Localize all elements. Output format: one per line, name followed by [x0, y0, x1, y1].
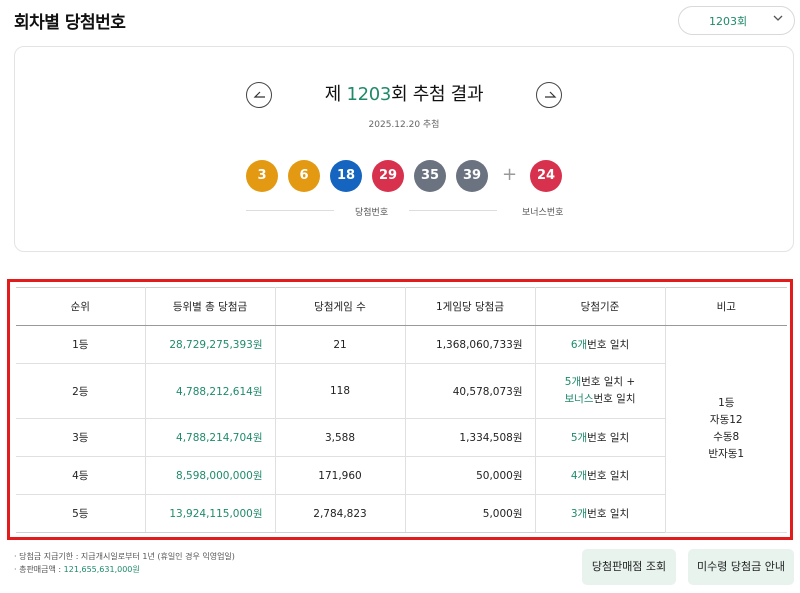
- per-game-prize-cell: 1,334,508원: [405, 418, 536, 457]
- prize-table: 순위 등위별 총 당첨금 당첨게임 수 1게임당 당첨금 당첨기준 비고 1등 …: [16, 287, 787, 533]
- column-header: 등위별 총 당첨금: [145, 287, 276, 326]
- draw-title: 제 1203회 추첨 결과: [15, 80, 793, 106]
- winning-games-cell: 171,960: [275, 456, 406, 495]
- rank-cell: 2등: [16, 363, 146, 419]
- winning-number-ball: 29: [372, 160, 404, 192]
- total-prize-cell: 4,788,214,704원: [145, 418, 276, 457]
- winning-games-cell: 3,588: [275, 418, 406, 457]
- payment-deadline-note: · 당첨금 지급기한 : 지급개시일로부터 1년 (휴일인 경우 익영업일): [14, 552, 235, 561]
- rank-cell: 5등: [16, 494, 146, 533]
- criteria-cell: 6개번호 일치: [535, 325, 666, 364]
- criteria-cell: 3개번호 일치: [535, 494, 666, 533]
- total-prize-cell: 4,788,212,614원: [145, 363, 276, 419]
- footnotes: · 당첨금 지급기한 : 지급개시일로부터 1년 (휴일인 경우 익영업일) ·…: [14, 550, 235, 576]
- note-line: 반자동1: [708, 448, 745, 460]
- total-prize-cell: 13,924,115,000원: [145, 494, 276, 533]
- note-cell: 1등 자동12 수동8 반자동1: [665, 325, 787, 533]
- total-prize-cell: 28,729,275,393원: [145, 325, 276, 364]
- winning-games-cell: 2,784,823: [275, 494, 406, 533]
- criteria-text: 번호 일치: [587, 339, 630, 351]
- table-header-row: 순위 등위별 총 당첨금 당첨게임 수 1게임당 당첨금 당첨기준 비고: [16, 287, 787, 326]
- draw-title-prefix: 제: [324, 84, 347, 105]
- criteria-text: 번호 일치: [593, 393, 636, 405]
- criteria-bonus: 보너스: [564, 393, 594, 405]
- criteria-cell: 5개번호 일치: [535, 418, 666, 457]
- draw-date: 2025.12.20 추첨: [368, 120, 440, 130]
- criteria-count: 5개: [570, 432, 588, 444]
- winning-store-search-button[interactable]: 당첨판매점 조회: [582, 549, 676, 585]
- bonus-number-ball: 24: [530, 160, 562, 192]
- criteria-text: 번호 일치: [587, 432, 630, 444]
- criteria-count: 6개: [570, 339, 588, 351]
- criteria-text: 번호 일치 +: [581, 376, 636, 388]
- page-title: 회차별 당첨번호: [14, 13, 126, 33]
- winning-number-ball: 18: [330, 160, 362, 192]
- draw-round-number: 1203: [346, 84, 392, 105]
- winning-numbers-label: 당첨번호: [355, 208, 389, 218]
- per-game-prize-cell: 50,000원: [405, 456, 536, 495]
- table-row: 1등 28,729,275,393원 21 1,368,060,733원 6개번…: [16, 325, 787, 533]
- winning-number-ball: 3: [246, 160, 278, 192]
- total-sales-label: · 총판매금액 :: [14, 565, 64, 574]
- note-line: 수동8: [713, 431, 740, 443]
- arrow-right-icon: [545, 91, 557, 98]
- rank-cell: 4등: [16, 456, 146, 495]
- criteria-cell: 4개번호 일치: [535, 456, 666, 495]
- divider: [246, 210, 334, 211]
- draw-title-suffix: 회 추첨 결과: [391, 84, 484, 105]
- criteria-count: 3개: [570, 508, 588, 520]
- round-select[interactable]: 1203회: [678, 6, 795, 35]
- winning-number-ball: 6: [288, 160, 320, 192]
- bonus-number-label: 보너스번호: [522, 208, 564, 218]
- total-prize-cell: 8,598,000,000원: [145, 456, 276, 495]
- winning-games-cell: 118: [275, 363, 406, 419]
- rank-cell: 1등: [16, 325, 146, 364]
- plus-sign: +: [502, 164, 518, 185]
- note-line: 1등: [718, 397, 735, 409]
- criteria-count: 4개: [570, 470, 588, 482]
- divider: [409, 210, 497, 211]
- winning-games-cell: 21: [275, 325, 406, 364]
- criteria-text: 번호 일치: [587, 470, 630, 482]
- rank-cell: 3등: [16, 418, 146, 457]
- round-select-value: 1203회: [709, 15, 748, 28]
- winning-number-ball: 35: [414, 160, 446, 192]
- total-sales-value: 121,655,631,000원: [63, 565, 140, 574]
- criteria-count: 5개: [564, 376, 582, 388]
- criteria-text: 번호 일치: [587, 508, 630, 520]
- draw-result-card: 제 1203회 추첨 결과 2025.12.20 추첨 3 6 18 29 35…: [14, 46, 794, 252]
- criteria-cell: 5개번호 일치 + 보너스번호 일치: [535, 363, 666, 419]
- per-game-prize-cell: 5,000원: [405, 494, 536, 533]
- column-header: 비고: [665, 287, 787, 326]
- total-sales-note: · 총판매금액 : 121,655,631,000원: [14, 563, 235, 576]
- column-header: 당첨게임 수: [275, 287, 406, 326]
- per-game-prize-cell: 1,368,060,733원: [405, 325, 536, 364]
- prize-table-highlight: 순위 등위별 총 당첨금 당첨게임 수 1게임당 당첨금 당첨기준 비고 1등 …: [7, 279, 793, 540]
- chevron-down-icon: [773, 15, 783, 21]
- note-line: 자동12: [709, 414, 743, 426]
- unclaimed-prize-info-button[interactable]: 미수령 당첨금 안내: [688, 549, 794, 585]
- column-header: 순위: [16, 287, 146, 326]
- winning-number-ball: 39: [456, 160, 488, 192]
- column-header: 1게임당 당첨금: [405, 287, 536, 326]
- next-round-button[interactable]: [536, 82, 562, 108]
- per-game-prize-cell: 40,578,073원: [405, 363, 536, 419]
- column-header: 당첨기준: [535, 287, 666, 326]
